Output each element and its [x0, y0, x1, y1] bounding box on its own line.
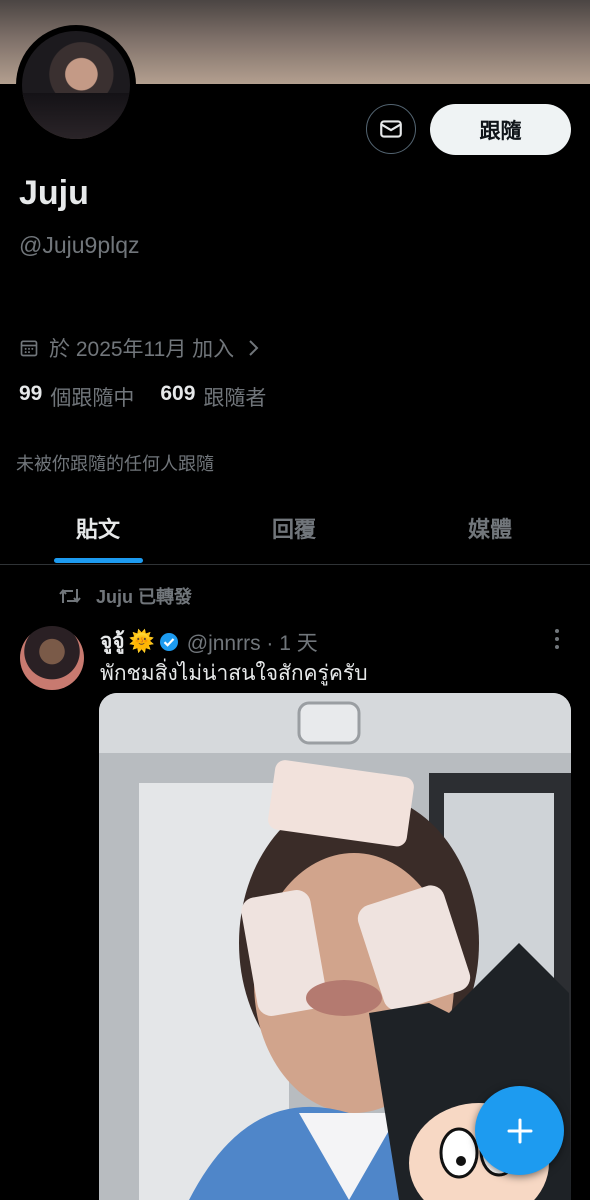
followers-count: 609 — [160, 382, 196, 405]
profile-handle: @Juju9plqz — [19, 232, 140, 258]
followed-by-note: 未被你跟隨的任何人跟隨 — [16, 454, 214, 474]
following-count: 99 — [19, 382, 43, 405]
followers-label: 跟隨者 — [203, 387, 267, 410]
following-label: 個跟隨中 — [50, 387, 135, 410]
message-button[interactable] — [366, 104, 416, 154]
repost-icon — [59, 588, 81, 604]
profile-tabs: 貼文 回覆 媒體 — [0, 500, 590, 565]
active-tab-indicator — [54, 558, 143, 563]
chevron-right-icon — [249, 340, 259, 356]
plus-icon — [507, 1118, 532, 1143]
tab-replies[interactable]: 回覆 — [272, 512, 316, 544]
post-header: จูจู้ 🌞 @jnnrrs · 1 天 — [100, 625, 318, 658]
post-author-name[interactable]: จูจู้ — [100, 625, 125, 658]
compose-fab[interactable] — [475, 1086, 564, 1175]
followers-stat[interactable]: 609 跟隨者 — [160, 382, 266, 412]
tab-posts[interactable]: 貼文 — [76, 512, 120, 544]
post-author-avatar[interactable] — [20, 626, 84, 690]
profile-avatar[interactable] — [22, 31, 130, 139]
joined-text: 於 2025年11月 加入 — [49, 338, 235, 361]
follow-button[interactable]: 跟隨 — [430, 104, 571, 155]
author-emoji: 🌞 — [128, 629, 155, 653]
profile-name: Juju — [19, 174, 89, 212]
more-vertical-icon[interactable] — [552, 628, 562, 650]
repost-label: Juju 已轉發 — [96, 587, 193, 607]
follow-stats: 99 個跟隨中 609 跟隨者 — [19, 382, 292, 412]
following-stat[interactable]: 99 個跟隨中 — [19, 382, 134, 412]
post-handle-time: @jnnrrs · 1 天 — [186, 631, 318, 655]
tab-media[interactable]: 媒體 — [468, 512, 512, 544]
verified-badge-icon — [159, 632, 178, 651]
joined-date[interactable]: 於 2025年11月 加入 — [19, 332, 272, 364]
envelope-icon — [380, 120, 402, 138]
calendar-icon — [20, 340, 38, 357]
post-text: พักชมสิ่งไม่น่าสนใจสักครู่ครับ — [100, 662, 368, 685]
repost-context[interactable]: Juju 已轉發 — [58, 583, 192, 609]
